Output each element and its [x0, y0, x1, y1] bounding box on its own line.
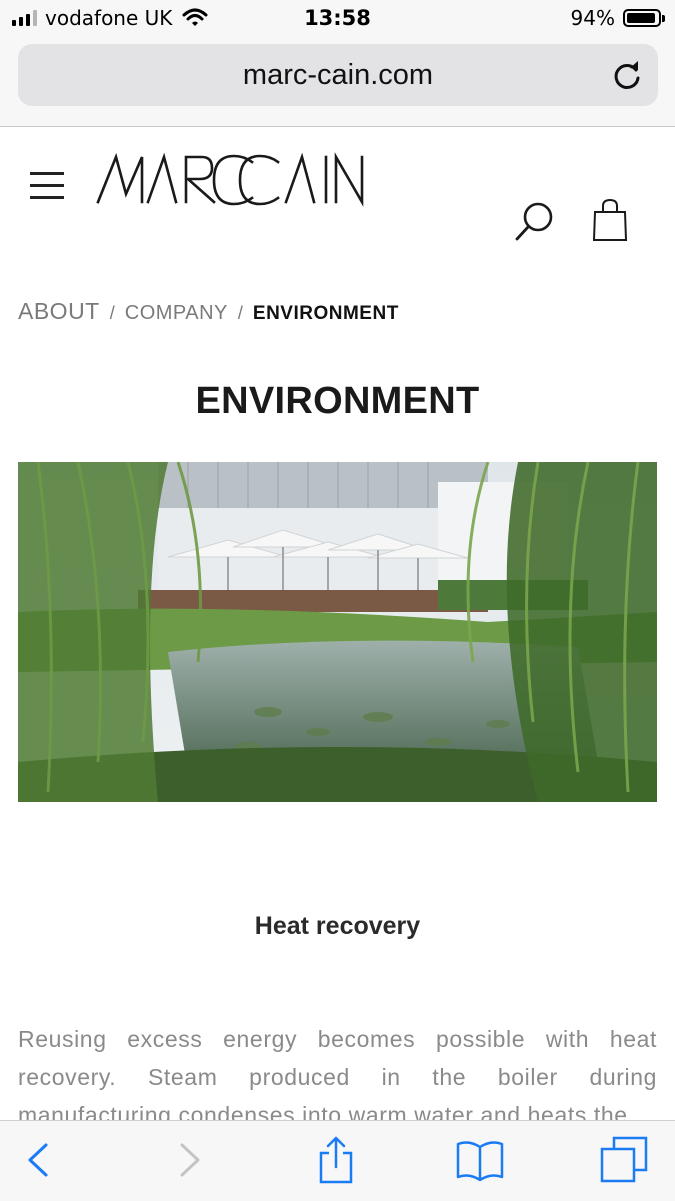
browser-address-area: marc-cain.com	[0, 38, 675, 127]
hamburger-menu-button[interactable]	[30, 170, 64, 202]
share-icon[interactable]	[311, 1135, 361, 1185]
bookmarks-icon[interactable]	[455, 1135, 505, 1185]
battery-icon	[623, 9, 665, 27]
tabs-icon[interactable]	[600, 1135, 650, 1185]
breadcrumb-item-environment: ENVIRONMENT	[252, 303, 399, 324]
body-paragraph: Reusing excess energy becomes possible w…	[18, 1026, 657, 1128]
battery-percent: 94%	[570, 6, 615, 30]
search-icon[interactable]	[514, 200, 556, 242]
forward-chevron-icon[interactable]	[164, 1135, 214, 1185]
status-bar: vodafone UK 13:58 94%	[0, 0, 675, 38]
hero-image	[18, 462, 657, 802]
browser-toolbar	[0, 1120, 675, 1201]
marc-cain-logo[interactable]	[96, 152, 366, 208]
breadcrumb-item-about[interactable]: ABOUT	[18, 298, 100, 325]
url-text[interactable]: marc-cain.com	[18, 59, 658, 92]
breadcrumb: ABOUT / COMPANY / ENVIRONMENT	[18, 298, 399, 325]
page-title: ENVIRONMENT	[195, 380, 480, 422]
shopping-bag-icon[interactable]	[592, 198, 628, 242]
breadcrumb-separator: /	[109, 303, 115, 323]
address-bar[interactable]: marc-cain.com	[18, 44, 658, 106]
breadcrumb-separator: /	[237, 303, 243, 323]
reload-icon[interactable]	[610, 58, 644, 92]
breadcrumb-item-company[interactable]: COMPANY	[125, 302, 228, 325]
status-right: 94%	[570, 6, 665, 30]
section-heading: Heat recovery	[254, 912, 421, 940]
back-chevron-icon[interactable]	[14, 1135, 64, 1185]
